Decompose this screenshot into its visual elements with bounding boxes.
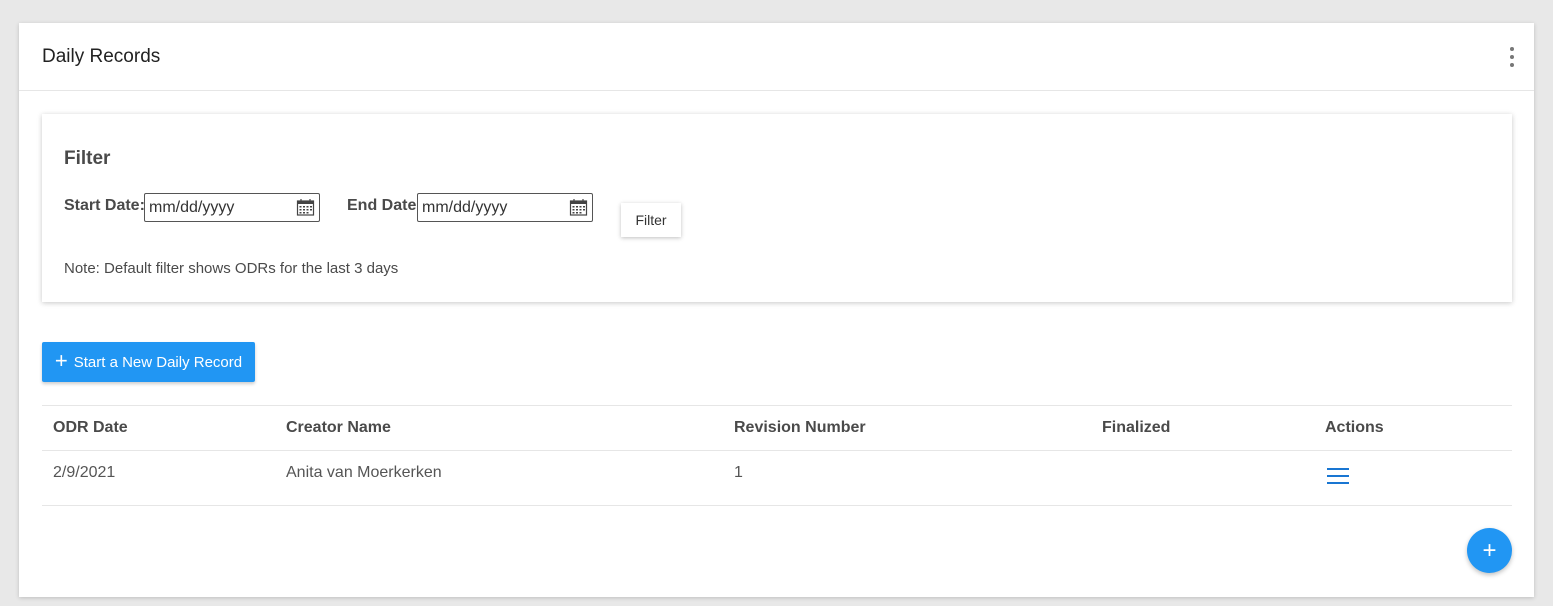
- filter-title: Filter: [64, 148, 111, 169]
- new-record-label: Start a New Daily Record: [73, 353, 243, 371]
- start-date-field[interactable]: [144, 193, 320, 222]
- column-header-finalized[interactable]: Finalized: [1102, 419, 1170, 437]
- cell-revision-number: 1: [734, 464, 743, 481]
- start-new-daily-record-button[interactable]: + Start a New Daily Record: [42, 342, 255, 382]
- filter-panel: Filter Start Date: End Date:: [42, 114, 1512, 302]
- start-date-input[interactable]: [149, 198, 289, 217]
- menu-icon[interactable]: [1327, 468, 1349, 484]
- column-header-actions: Actions: [1325, 419, 1384, 436]
- filter-note: Note: Default filter shows ODRs for the …: [64, 260, 399, 277]
- more-vert-icon[interactable]: [1508, 47, 1516, 67]
- add-fab-button[interactable]: +: [1467, 528, 1512, 573]
- column-header-creator-name[interactable]: Creator Name: [286, 419, 391, 437]
- daily-records-card: Daily Records Filter Start Date: End Dat…: [19, 23, 1534, 597]
- table-header-row: ODR Date Creator Name Revision Number Fi…: [42, 405, 1512, 450]
- column-header-revision-number[interactable]: Revision Number: [734, 419, 866, 437]
- cell-odr-date: 2/9/2021: [53, 464, 116, 481]
- calendar-icon[interactable]: [296, 198, 315, 217]
- end-date-input[interactable]: [422, 198, 562, 217]
- records-table: ODR Date Creator Name Revision Number Fi…: [42, 405, 1512, 506]
- card-header: Daily Records: [19, 23, 1534, 91]
- plus-icon: +: [54, 348, 68, 373]
- page-title: Daily Records: [42, 45, 161, 67]
- cell-creator-name: Anita van Moerkerken: [286, 464, 442, 481]
- table-row: 2/9/2021 Anita van Moerkerken 1: [42, 450, 1512, 506]
- start-date-label: Start Date:: [64, 197, 145, 214]
- end-date-field[interactable]: [417, 193, 593, 222]
- filter-button[interactable]: Filter: [621, 203, 681, 237]
- calendar-icon[interactable]: [569, 198, 588, 217]
- end-date-label: End Date:: [347, 197, 422, 214]
- column-header-odr-date[interactable]: ODR Date: [53, 419, 128, 437]
